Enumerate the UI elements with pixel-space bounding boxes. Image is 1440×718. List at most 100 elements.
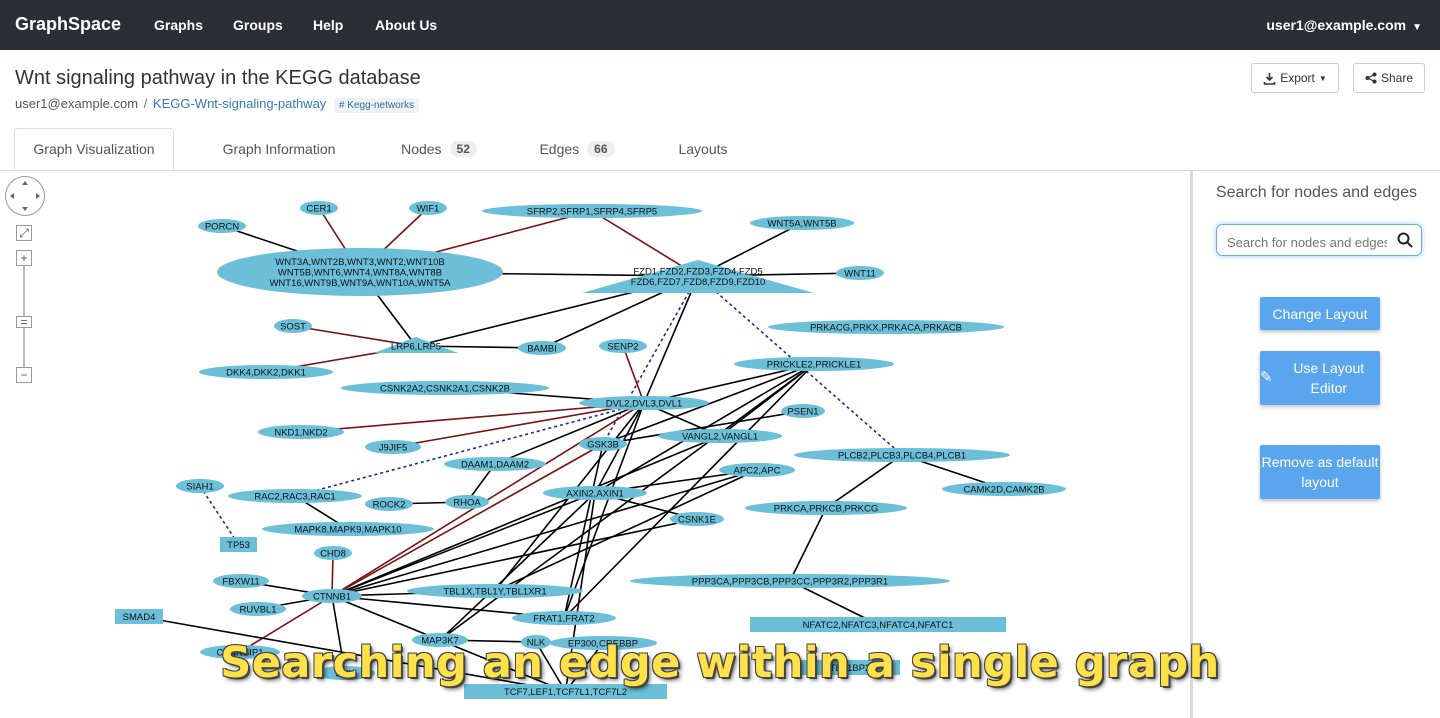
graph-node[interactable]: RHOA: [445, 495, 489, 509]
graph-node[interactable]: PSEN1: [781, 404, 825, 418]
tab-graph-visualization[interactable]: Graph Visualization: [14, 128, 174, 170]
graph-node[interactable]: FZD1,FZD2,FZD3,FZD4,FZD5FZD6,FZD7,FZD8,F…: [582, 260, 814, 293]
graph-node[interactable]: AXIN2,AXIN1: [543, 486, 647, 500]
graph-node[interactable]: WNT11: [836, 266, 884, 280]
tab-layouts[interactable]: Layouts: [656, 128, 750, 170]
breadcrumb-owner: user1@example.com: [15, 96, 139, 111]
graph-node[interactable]: TP53: [220, 537, 257, 552]
zoom-out-button[interactable]: −: [16, 367, 32, 383]
pan-control[interactable]: [5, 176, 45, 216]
graph-node[interactable]: SMAD4: [115, 609, 163, 624]
graph-node[interactable]: DAAM1,DAAM2: [444, 457, 546, 471]
graph-node[interactable]: PRKCA,PRKCB,PRKCG: [745, 501, 907, 515]
remove-default-layout-button[interactable]: Remove as default layout: [1260, 445, 1380, 499]
graph-node[interactable]: PLCB2,PLCB3,PLCB4,PLCB1: [794, 448, 1010, 462]
graph-node[interactable]: WNT3A,WNT2B,WNT3,WNT2,WNT10BWNT5B,WNT6,W…: [217, 248, 503, 296]
graph-node[interactable]: SIAH1: [176, 479, 224, 493]
fit-icon[interactable]: ⤢: [16, 225, 32, 241]
tab-label: Layouts: [678, 141, 728, 157]
graph-edge[interactable]: [789, 507, 827, 582]
graph-node[interactable]: CHD8: [314, 546, 352, 560]
tab-nodes[interactable]: Nodes 52: [378, 128, 500, 170]
edit-icon: ✎: [1260, 369, 1273, 386]
graph-node[interactable]: PORCN: [198, 219, 246, 233]
zoom-in-button[interactable]: +: [16, 250, 32, 266]
user-menu[interactable]: user1@example.com ▼: [1266, 17, 1422, 33]
node-label: CSNK2A2,CSNK2A1,CSNK2B: [380, 384, 510, 395]
nav-about-us[interactable]: About Us: [375, 17, 437, 33]
brand-logo[interactable]: GraphSpace: [15, 14, 121, 35]
graph-edge[interactable]: [643, 275, 699, 404]
share-button[interactable]: Share: [1353, 63, 1425, 93]
node-label: DAAM1,DAAM2: [461, 460, 529, 471]
graph-node[interactable]: RAC2,RAC3,RAC1: [228, 489, 362, 503]
tab-edges[interactable]: Edges 66: [518, 128, 636, 170]
nav-help[interactable]: Help: [313, 17, 343, 33]
graph-node[interactable]: SOST: [274, 319, 312, 333]
node-label: WIF1: [417, 204, 440, 215]
graph-node[interactable]: MAPK8,MAPK9,MAPK10: [262, 522, 434, 536]
graph-node[interactable]: GSK3B: [579, 437, 627, 451]
node-label: FRAT1,FRAT2: [533, 614, 594, 625]
graph-edge[interactable]: [825, 454, 903, 509]
graph-node[interactable]: WIF1: [409, 201, 447, 215]
nav-graphs[interactable]: Graphs: [154, 17, 203, 33]
node-label: PLCB2,PLCB3,PLCB4,PLCB1: [838, 451, 966, 462]
graph-node[interactable]: PRICKLE2,PRICKLE1: [734, 357, 894, 371]
graph-node[interactable]: ROCK2: [365, 497, 413, 511]
node-label: DKK4,DKK2,DKK1: [226, 368, 306, 379]
node-label: WNT11: [844, 269, 876, 280]
graph-node[interactable]: SFRP2,SFRP1,SFRP4,SFRP5: [482, 204, 702, 218]
graph-svg[interactable]: PORCN CER1 WIF1 SFRP2,SFRP1,SFRP4,SFRP5 WNT5…: [0, 171, 1190, 718]
nav-groups[interactable]: Groups: [233, 17, 283, 33]
graph-node[interactable]: CAMK2D,CAMK2B: [942, 482, 1066, 496]
search-icon[interactable]: [1397, 232, 1413, 248]
tag-badge[interactable]: # Kegg-networks: [333, 98, 419, 113]
graph-node[interactable]: FRAT1,FRAT2: [512, 611, 616, 625]
graph-node[interactable]: VANGL2,VANGL1: [658, 429, 782, 443]
graph-node[interactable]: NKD1,NKD2: [258, 425, 344, 439]
button-label: Change Layout: [1272, 305, 1368, 322]
tab-label: Graph Information: [222, 141, 336, 157]
tag-label: Kegg-networks: [347, 100, 414, 111]
use-layout-editor-button[interactable]: ✎ Use Layout Editor: [1260, 351, 1380, 405]
graph-node[interactable]: RUVBL1: [230, 602, 286, 616]
breadcrumb-graph-link[interactable]: KEGG-Wnt-signaling-pathway: [153, 96, 326, 111]
graph-node[interactable]: FBXW11: [213, 574, 269, 588]
pan-arrows-icon: [10, 181, 40, 211]
node-label: RHOA: [453, 498, 481, 509]
graph-canvas[interactable]: PORCN CER1 WIF1 SFRP2,SFRP1,SFRP4,SFRP5 WNT5…: [0, 171, 1190, 718]
graph-node[interactable]: WNT5A,WNT5B: [750, 216, 854, 230]
graph-node[interactable]: TBL1X,TBL1Y,TBL1XR1: [407, 584, 583, 598]
node-label: VANGL2,VANGL1: [682, 432, 758, 443]
graph-node[interactable]: BAMBI: [518, 341, 566, 355]
graph-node[interactable]: DVL2,DVL3,DVL1: [579, 396, 709, 410]
graph-node[interactable]: PRKACG,PRKX,PRKACA,PRKACB: [768, 320, 1004, 334]
change-layout-button[interactable]: Change Layout: [1260, 297, 1380, 330]
graph-node[interactable]: SENP2: [599, 339, 647, 353]
graph-node[interactable]: APC2,APC: [719, 463, 795, 477]
node-label: APC2,APC: [734, 466, 781, 477]
graph-node[interactable]: PPP3CA,PPP3CB,PPP3CC,PPP3R2,PPP3R1: [630, 574, 950, 588]
graph-node[interactable]: J9JIF5: [365, 440, 421, 454]
graph-edge[interactable]: [300, 402, 645, 433]
node-label: PRKCA,PRKCB,PRKCG: [774, 504, 879, 515]
export-button[interactable]: Export ▼: [1251, 63, 1339, 93]
graph-node[interactable]: CTNNB1: [302, 589, 362, 603]
zoom-slider-handle[interactable]: =: [16, 315, 32, 329]
graph-edge[interactable]: [494, 402, 645, 465]
graph-node[interactable]: DKK4,DKK2,DKK1: [199, 365, 333, 379]
graph-tabs: Graph Visualization Graph Information No…: [0, 128, 1440, 170]
graph-node[interactable]: CSNK1E: [670, 512, 724, 526]
graph-node[interactable]: CER1: [300, 201, 338, 215]
node-label: ROCK2: [373, 500, 406, 511]
node-label: SMAD4: [123, 612, 156, 623]
node-label: SFRP2,SFRP1,SFRP4,SFRP5: [527, 207, 657, 218]
search-input[interactable]: [1225, 231, 1389, 253]
nodes-count-badge: 52: [449, 141, 477, 157]
tab-graph-information[interactable]: Graph Information: [196, 128, 362, 170]
graph-edge[interactable]: [622, 345, 645, 404]
search-box[interactable]: [1216, 224, 1422, 256]
graph-node[interactable]: NFATC2,NFATC3,NFATC4,NFATC1: [750, 617, 1006, 632]
graph-node[interactable]: CSNK2A2,CSNK2A1,CSNK2B: [341, 381, 549, 395]
